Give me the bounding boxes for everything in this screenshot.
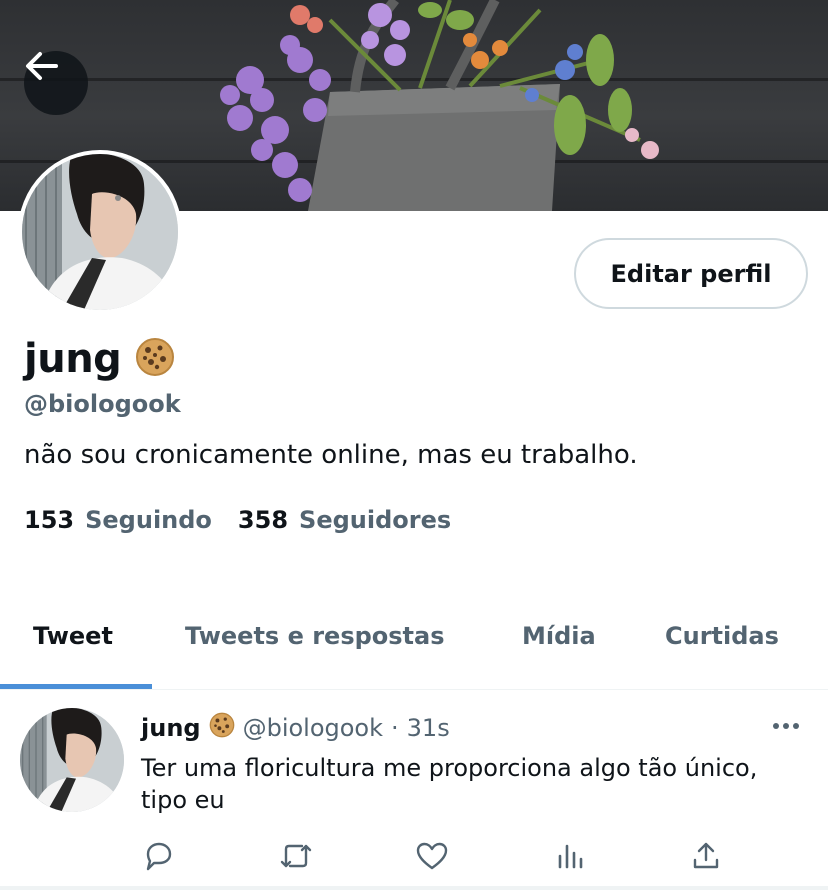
profile-stats: 153 Seguindo 358 Seguidores	[24, 506, 477, 534]
profile-bio: não sou cronicamente online, mas eu trab…	[24, 440, 638, 470]
reply-button[interactable]	[138, 836, 178, 876]
tweet-header: jung @biologook · 31s	[141, 712, 450, 744]
profile-tabs: Tweet Tweets e respostas Mídia Curtidas	[0, 604, 828, 690]
following-stat[interactable]: 153 Seguindo	[24, 506, 212, 534]
tweet-text: Ter uma floricultura me proporciona algo…	[141, 754, 758, 814]
more-dots-icon	[773, 723, 799, 729]
followers-count: 358	[237, 506, 289, 534]
followers-stat[interactable]: 358 Seguidores	[238, 506, 451, 534]
analytics-icon	[558, 844, 583, 869]
tweet-separator: ·	[391, 714, 399, 742]
like-icon	[416, 842, 448, 870]
analytics-button[interactable]	[550, 836, 590, 876]
cookie-icon	[135, 337, 175, 381]
profile-display-name: jung	[24, 336, 122, 382]
cookie-icon	[209, 712, 235, 744]
following-label: Seguindo	[85, 506, 212, 534]
retweet-button[interactable]	[276, 836, 316, 876]
tweet-author-name[interactable]: jung	[141, 714, 201, 742]
tweet-avatar[interactable]	[20, 708, 124, 812]
share-button[interactable]	[686, 836, 726, 876]
following-count: 153	[24, 506, 75, 534]
tweet-avatar-image	[20, 708, 124, 812]
tweet-actions	[0, 836, 828, 876]
tweet-timestamp[interactable]: 31s	[407, 714, 450, 742]
retweet-icon	[280, 844, 312, 868]
profile-avatar[interactable]	[18, 150, 182, 314]
tweet-item[interactable]: jung @biologook · 31s Ter uma floricultu…	[0, 690, 828, 890]
tab-likes[interactable]: Curtidas	[665, 622, 779, 650]
arrow-left-icon	[26, 52, 58, 80]
back-button[interactable]	[24, 51, 88, 115]
bottom-divider	[0, 886, 828, 890]
share-icon	[693, 842, 719, 869]
edit-profile-button[interactable]: Editar perfil	[574, 238, 808, 309]
reply-icon	[146, 842, 172, 871]
tab-tweet[interactable]: Tweet	[33, 622, 113, 650]
like-button[interactable]	[412, 836, 452, 876]
tab-media[interactable]: Mídia	[522, 622, 596, 650]
avatar-image	[22, 154, 178, 310]
profile-handle: @biologook	[24, 390, 181, 418]
tweet-author-handle[interactable]: @biologook	[243, 714, 383, 742]
followers-label: Seguidores	[299, 506, 452, 534]
more-options-button[interactable]	[768, 716, 804, 736]
tab-tweets-and-replies[interactable]: Tweets e respostas	[185, 622, 445, 650]
profile-name-row: jung	[24, 336, 175, 382]
